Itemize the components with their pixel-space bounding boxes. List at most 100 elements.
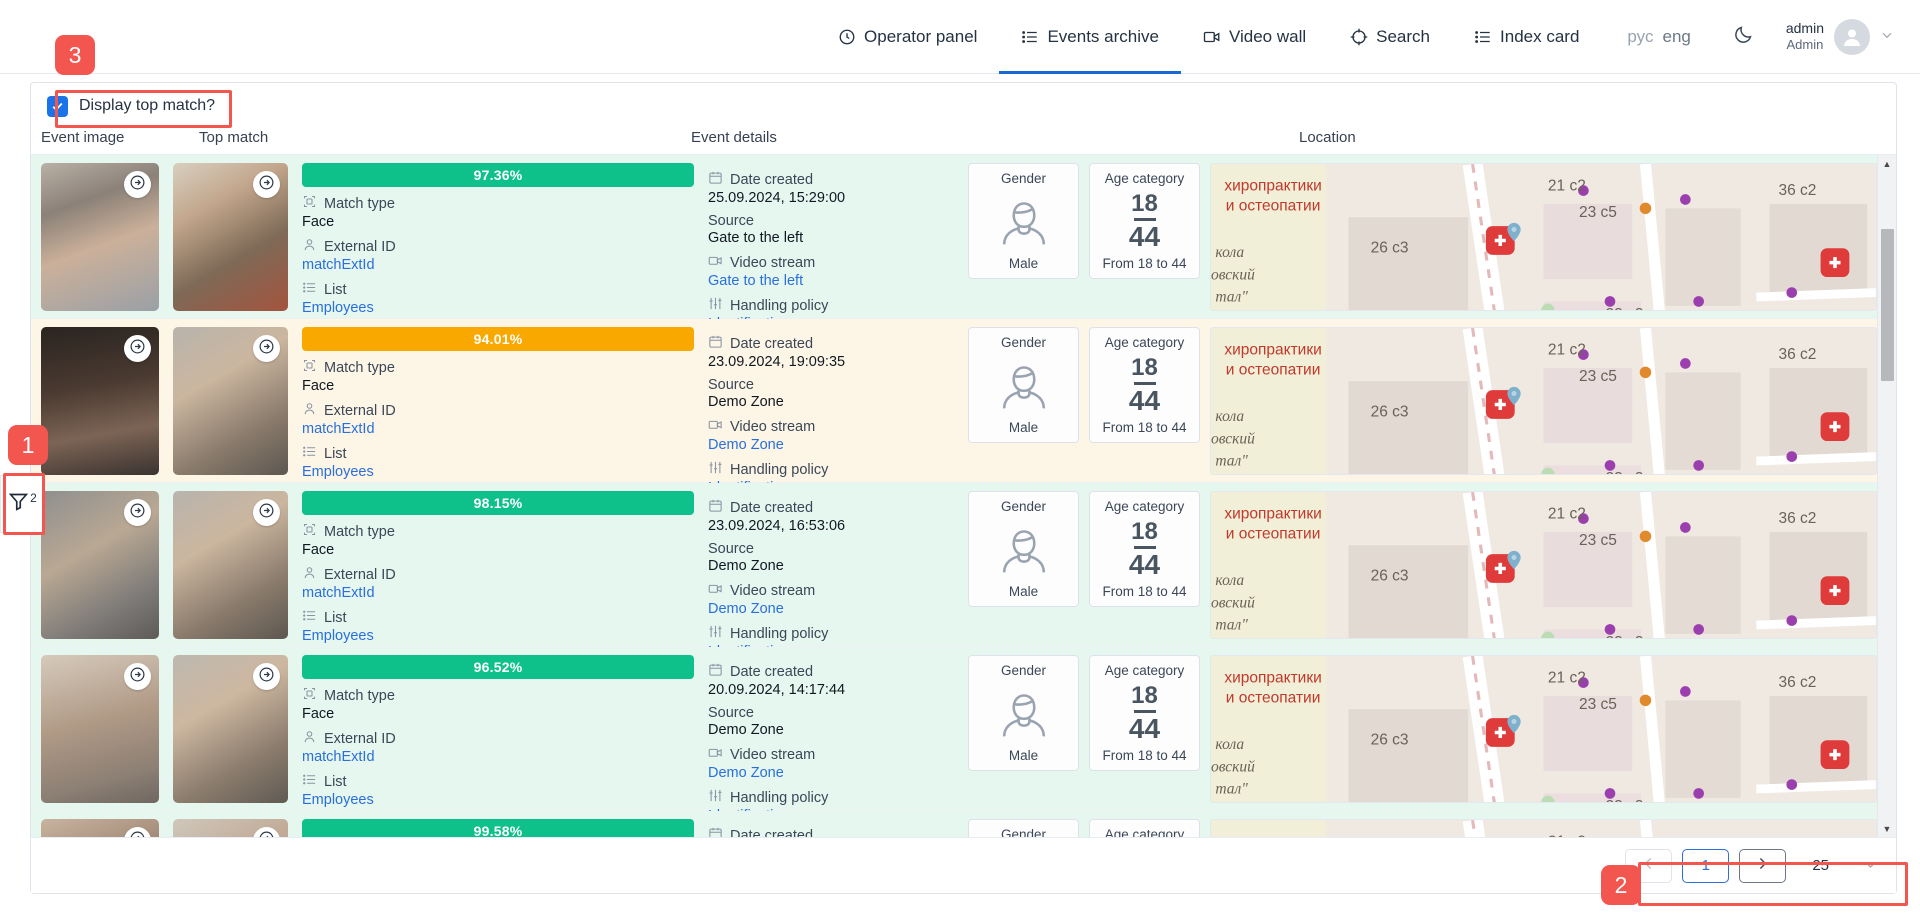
page-size-select[interactable]: 25 — [1812, 857, 1878, 875]
open-event-button[interactable] — [124, 335, 151, 362]
video-stream-link[interactable]: Demo Zone — [708, 601, 958, 617]
filter-count-badge: 2 — [30, 491, 37, 505]
open-match-button[interactable] — [253, 171, 280, 198]
detail-field: External ID matchExtId — [302, 565, 694, 602]
top-match-thumbnail[interactable] — [173, 819, 288, 837]
nav-item-video-wall[interactable]: Video wall — [1181, 0, 1328, 74]
list-icon — [302, 280, 317, 299]
gender-title: Gender — [1000, 171, 1047, 186]
vertical-scrollbar[interactable]: ▲ ▼ — [1877, 155, 1896, 837]
detail-label-row: Video stream — [708, 581, 958, 600]
scrollbar-thumb[interactable] — [1881, 229, 1894, 381]
detail-label-row: Handling policy — [708, 460, 958, 479]
svg-text:хиропрактики: хиропрактики — [1224, 342, 1321, 359]
open-event-button[interactable] — [124, 663, 151, 690]
user-menu[interactable]: admin Admin — [1780, 18, 1920, 55]
calendar-icon — [708, 662, 723, 681]
event-image-thumbnail[interactable] — [41, 163, 159, 311]
nav-item-events-archive[interactable]: Events archive — [999, 0, 1181, 74]
external-id-link[interactable]: matchExtId — [302, 585, 694, 601]
open-match-button[interactable] — [253, 663, 280, 690]
detail-label: List — [324, 773, 347, 790]
svg-text:36 с2: 36 с2 — [1778, 346, 1816, 363]
top-match-thumbnail[interactable] — [173, 327, 288, 475]
event-image-thumbnail[interactable] — [41, 491, 159, 639]
list-link[interactable]: Employees — [302, 464, 694, 480]
arrow-right-circle-icon — [129, 666, 146, 688]
open-event-button[interactable] — [124, 171, 151, 198]
svg-text:23 с5: 23 с5 — [1579, 696, 1617, 713]
age-category-title: Age category — [1104, 499, 1185, 514]
nav-item-operator-panel[interactable]: Operator panel — [816, 0, 999, 74]
nav-item-index-card[interactable]: Index card — [1452, 0, 1601, 74]
pagination-next-button[interactable] — [1739, 848, 1787, 883]
page-size-value: 25 — [1812, 857, 1829, 874]
arrow-right-circle-icon — [258, 502, 275, 524]
detail-label: External ID — [324, 730, 396, 747]
location-map[interactable]: хиропрактики и остеопатии кола овский та… — [1210, 491, 1877, 639]
video-stream-link[interactable]: Gate to the left — [708, 273, 958, 289]
sliders-icon — [708, 624, 723, 643]
attribute-cards: Gender Male Age category 18 44 From 18 t… — [968, 163, 1200, 279]
scroll-up-button[interactable]: ▲ — [1878, 155, 1896, 172]
open-event-button[interactable] — [124, 499, 151, 526]
event-image-thumbnail[interactable] — [41, 819, 159, 837]
attribute-cards: Gender Male Age category 18 44 From 18 t… — [968, 491, 1200, 607]
arrow-right-circle-icon — [258, 830, 275, 837]
location-map[interactable]: хиропрактики и остеопатии кола овский та… — [1210, 163, 1877, 311]
filter-rail-button[interactable]: 2 — [0, 475, 45, 533]
age-range-value: From 18 to 44 — [1102, 584, 1187, 599]
avatar — [1834, 18, 1870, 55]
detail-label: Video stream — [730, 582, 816, 599]
user-names: admin Admin — [1786, 20, 1824, 54]
event-image-thumbnail[interactable] — [41, 327, 159, 475]
svg-text:26 с3: 26 с3 — [1371, 404, 1409, 421]
detail-field: Source Demo Zone — [708, 377, 958, 410]
date-created-value: 23.09.2024, 16:53:06 — [708, 518, 846, 534]
age-fraction: 18 44 — [1129, 350, 1160, 420]
theme-toggle-button[interactable] — [1707, 24, 1780, 50]
open-match-button[interactable] — [253, 335, 280, 362]
events-archive-panel: Display top match? Event image Top match… — [30, 82, 1897, 894]
external-id-link[interactable]: matchExtId — [302, 257, 694, 273]
arrow-right-circle-icon — [129, 174, 146, 196]
location-map[interactable]: хиропрактики и остеопатии кола овский та… — [1210, 327, 1877, 475]
video-stream-link[interactable]: Demo Zone — [708, 765, 958, 781]
video-stream-link[interactable]: Demo Zone — [708, 437, 958, 453]
list-link[interactable]: Employees — [302, 300, 694, 316]
detail-label-row: List — [302, 608, 694, 627]
scroll-down-button[interactable]: ▼ — [1878, 820, 1896, 837]
event-image-thumbnail[interactable] — [41, 655, 159, 803]
events-list: 97.36% Match type Face External ID match… — [31, 155, 1877, 837]
svg-text:хиропрактики: хиропрактики — [1224, 506, 1321, 523]
external-id-link[interactable]: matchExtId — [302, 749, 694, 765]
top-match-thumbnail[interactable] — [173, 491, 288, 639]
top-match-thumbnail[interactable] — [173, 163, 288, 311]
detail-label-row: Source — [708, 541, 958, 557]
source-value: Demo Zone — [708, 394, 784, 410]
nav-items: Operator panel Events archive Video wall… — [816, 0, 1601, 74]
lang-option-en[interactable]: eng — [1662, 27, 1690, 47]
table-row[interactable]: 99.58% Match type Face External ID match… — [31, 811, 1877, 837]
match-score-bar: 94.01% — [302, 327, 694, 351]
top-match-thumbnail[interactable] — [173, 655, 288, 803]
list-link[interactable]: Employees — [302, 792, 694, 808]
table-row[interactable]: 97.36% Match type Face External ID match… — [31, 155, 1877, 332]
list-link[interactable]: Employees — [302, 628, 694, 644]
table-row[interactable]: 96.52% Match type Face External ID match… — [31, 647, 1877, 824]
svg-text:и остеопатии: и остеопатии — [1226, 526, 1321, 543]
location-map[interactable]: хиропрактики и остеопатии кола овский та… — [1210, 819, 1877, 837]
display-top-match-checkbox[interactable]: Display top match? — [47, 95, 215, 117]
table-row[interactable]: 94.01% Match type Face External ID match… — [31, 319, 1877, 496]
location-map[interactable]: хиропрактики и остеопатии кола овский та… — [1210, 655, 1877, 803]
age-min: 18 — [1131, 189, 1158, 217]
table-row[interactable]: 98.15% Match type Face External ID match… — [31, 483, 1877, 660]
external-id-link[interactable]: matchExtId — [302, 421, 694, 437]
pagination-current-page[interactable]: 1 — [1682, 848, 1730, 883]
age-category-title: Age category — [1104, 827, 1185, 837]
lang-option-ru[interactable]: рус — [1627, 27, 1653, 47]
event-details: Date created Date created Source Demo Zo… — [708, 819, 958, 837]
match-type-value: Face — [302, 378, 335, 394]
nav-item-search[interactable]: Search — [1328, 0, 1452, 74]
open-match-button[interactable] — [253, 499, 280, 526]
